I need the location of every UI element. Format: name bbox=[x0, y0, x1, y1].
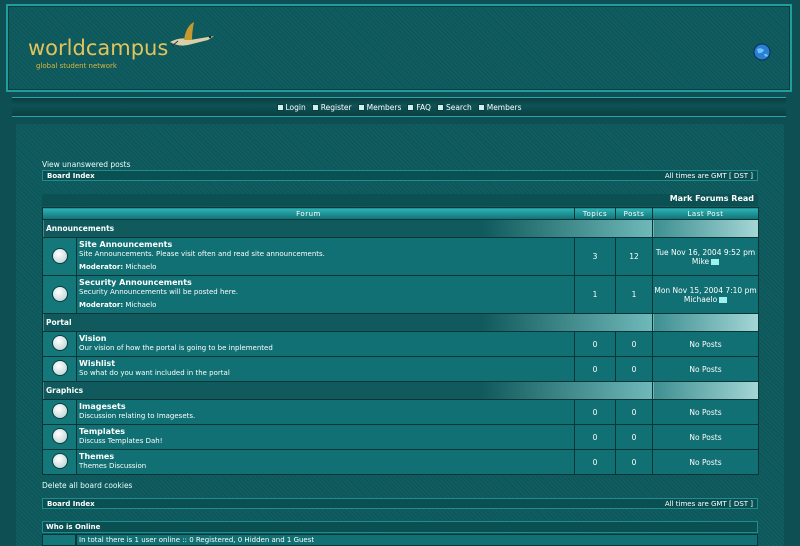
goto-post-icon[interactable] bbox=[719, 296, 728, 303]
last-post-user[interactable]: Mike bbox=[692, 257, 709, 266]
posts-count: 12 bbox=[615, 237, 654, 276]
timezone-text: All times are GMT [ DST ] bbox=[664, 499, 753, 508]
posts-count: 1 bbox=[615, 275, 654, 314]
category-portal[interactable]: Portal bbox=[41, 313, 654, 332]
forum-status-icon bbox=[52, 429, 67, 443]
goto-post-icon[interactable] bbox=[711, 258, 720, 265]
forum-row: Wishlist So what do you want included in… bbox=[42, 356, 760, 382]
col-topics: Topics bbox=[574, 207, 617, 220]
col-forum: Forum bbox=[41, 207, 576, 220]
forum-name[interactable]: Themes bbox=[79, 452, 572, 461]
forum-status-icon bbox=[52, 248, 67, 263]
forum-row: Templates Discuss Templates Dah! 0 0 No … bbox=[42, 424, 760, 450]
forum-row: Imagesets Discussion relating to Imagese… bbox=[42, 399, 760, 425]
forum-name[interactable]: Wishlist bbox=[79, 359, 572, 368]
board-index-link[interactable]: Board Index bbox=[47, 500, 95, 508]
moderator-label: Moderator: bbox=[79, 263, 124, 271]
forum-name[interactable]: Vision bbox=[79, 334, 572, 343]
members-icon bbox=[477, 103, 485, 111]
posts-count: 0 bbox=[615, 331, 654, 357]
category-row: Announcements bbox=[41, 219, 760, 238]
moderator-link[interactable]: Michaelo bbox=[125, 301, 156, 309]
posts-count: 0 bbox=[615, 356, 654, 382]
board-index-bar-top: Board Index All times are GMT [ DST ] bbox=[42, 170, 758, 181]
forum-row: Site Announcements Site Announcements. P… bbox=[42, 237, 760, 276]
who-is-online-header[interactable]: Who is Online bbox=[42, 521, 758, 533]
last-post-none: No Posts bbox=[652, 356, 760, 382]
topics-count: 0 bbox=[574, 399, 617, 425]
category-row: Portal bbox=[41, 313, 760, 332]
table-header-row: Forum Topics Posts Last Post bbox=[41, 207, 760, 220]
category-announcements[interactable]: Announcements bbox=[41, 219, 654, 238]
topics-count: 0 bbox=[574, 449, 617, 475]
bird-logo-icon bbox=[170, 22, 214, 47]
forum-table: Forum Topics Posts Last Post Announcemen… bbox=[41, 207, 760, 475]
last-post-none: No Posts bbox=[652, 449, 760, 475]
nav-login[interactable]: Login bbox=[276, 103, 306, 112]
last-post-none: No Posts bbox=[652, 424, 760, 450]
topics-count: 0 bbox=[574, 424, 617, 450]
forum-status-icon bbox=[52, 454, 67, 468]
nav-register[interactable]: Register bbox=[311, 103, 352, 112]
forum-name[interactable]: Templates bbox=[79, 427, 572, 436]
site-tagline: global student network bbox=[36, 62, 117, 70]
who-is-online-row: In total there is 1 user online :: 0 Reg… bbox=[42, 534, 758, 546]
nav-faq[interactable]: FAQ bbox=[407, 103, 431, 112]
topics-count: 1 bbox=[574, 275, 617, 314]
login-icon bbox=[276, 103, 284, 111]
forum-description: Security Announcements will be posted he… bbox=[79, 288, 238, 296]
delete-cookies-link[interactable]: Delete all board cookies bbox=[42, 481, 132, 490]
forum-name[interactable]: Imagesets bbox=[79, 402, 572, 411]
forum-row: Vision Our vision of how the portal is g… bbox=[42, 331, 760, 357]
category-graphics[interactable]: Graphics bbox=[41, 381, 654, 400]
forum-name[interactable]: Site Announcements bbox=[79, 240, 572, 249]
faq-icon bbox=[407, 103, 415, 111]
board-index-bar-bottom: Board Index All times are GMT [ DST ] bbox=[42, 498, 758, 509]
site-logo-text[interactable]: worldcampus bbox=[28, 36, 168, 60]
topics-count: 3 bbox=[574, 237, 617, 276]
forum-description: Discussion relating to Imagesets. bbox=[79, 412, 196, 420]
members-icon bbox=[357, 103, 365, 111]
forum-description: So what do you want included in the port… bbox=[79, 369, 230, 377]
forum-description: Site Announcements. Please visit often a… bbox=[79, 250, 325, 258]
site-header: worldcampus global student network bbox=[6, 4, 792, 92]
view-unanswered-link[interactable]: View unanswered posts bbox=[42, 160, 130, 169]
forum-name[interactable]: Security Announcements bbox=[79, 278, 572, 287]
moderator-label: Moderator: bbox=[79, 301, 124, 309]
timezone-text: All times are GMT [ DST ] bbox=[664, 171, 753, 180]
last-post-user[interactable]: Michaelo bbox=[684, 295, 717, 304]
topics-count: 0 bbox=[574, 356, 617, 382]
main-navbar: Login Register Members FAQ Search Member… bbox=[12, 97, 786, 117]
posts-count: 0 bbox=[615, 424, 654, 450]
forum-description: Themes Discussion bbox=[79, 462, 147, 470]
who-is-online-text: In total there is 1 user online :: 0 Reg… bbox=[76, 534, 758, 546]
posts-count: 0 bbox=[615, 399, 654, 425]
nav-members-2[interactable]: Members bbox=[477, 103, 521, 112]
forum-status-icon bbox=[52, 336, 67, 350]
forum-description: Our vision of how the portal is going to… bbox=[79, 344, 273, 352]
posts-count: 0 bbox=[615, 449, 654, 475]
nav-search[interactable]: Search bbox=[436, 103, 472, 112]
nav-members[interactable]: Members bbox=[357, 103, 401, 112]
last-post-none: No Posts bbox=[652, 399, 760, 425]
register-icon bbox=[311, 103, 319, 111]
board-index-link[interactable]: Board Index bbox=[47, 172, 95, 180]
mark-forums-read-link[interactable]: Mark Forums Read bbox=[42, 194, 758, 206]
moderator-link[interactable]: Michaelo bbox=[125, 263, 156, 271]
forum-description: Discuss Templates Dah! bbox=[79, 437, 163, 445]
last-post-date: Tue Nov 16, 2004 9:52 pm bbox=[655, 247, 756, 257]
topics-count: 0 bbox=[574, 331, 617, 357]
last-post-date: Mon Nov 15, 2004 7:10 pm bbox=[654, 285, 757, 295]
col-last-post: Last Post bbox=[652, 207, 760, 220]
forum-status-icon bbox=[52, 404, 67, 418]
last-post-none: No Posts bbox=[652, 331, 760, 357]
forum-status-icon bbox=[52, 361, 67, 375]
forum-status-icon bbox=[52, 286, 67, 301]
category-row: Graphics bbox=[41, 381, 760, 400]
col-posts: Posts bbox=[615, 207, 654, 220]
search-icon bbox=[436, 103, 444, 111]
forum-row: Themes Themes Discussion 0 0 No Posts bbox=[42, 449, 760, 475]
globe-icon bbox=[753, 43, 771, 61]
forum-row: Security Announcements Security Announce… bbox=[42, 275, 760, 314]
